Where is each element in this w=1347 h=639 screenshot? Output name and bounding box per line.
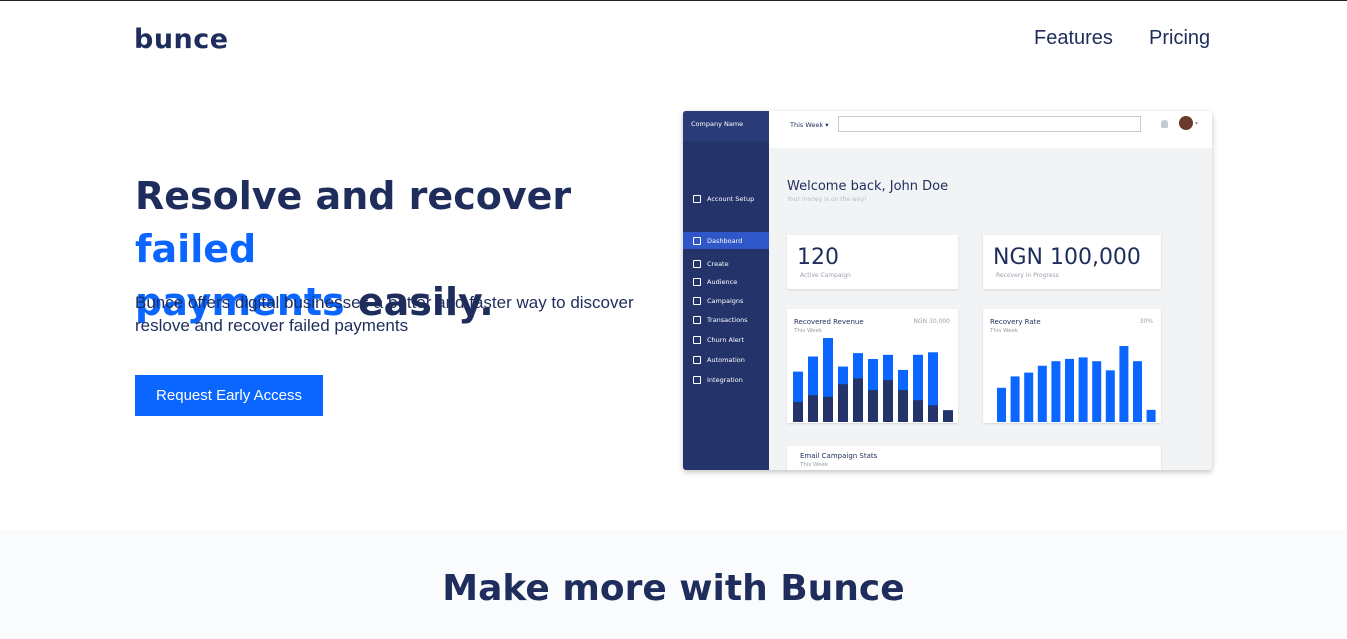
- mockup-revenue-chart-card: Recovered Revenue This Week NGN 30,000: [787, 309, 958, 423]
- edit-icon: [693, 259, 701, 268]
- mockup-stat-card-recovery: NGN 100,000 Recovery in Progress: [983, 235, 1161, 289]
- chart-bar-dark: [853, 378, 863, 422]
- mockup-sidebar-label: Dashboard: [707, 236, 743, 245]
- chart-bar: [1037, 365, 1047, 422]
- chart-value: NGN 30,000: [913, 318, 950, 325]
- chart-bar-dark: [808, 395, 818, 422]
- mockup-sidebar-label: Audience: [707, 277, 738, 286]
- mockup-sidebar-label: Create: [707, 259, 729, 268]
- section-title: Make more with Bunce: [442, 568, 905, 609]
- hero-subtitle: Bunce offers digital businesses a better…: [135, 293, 634, 335]
- card-icon: [693, 315, 701, 324]
- features-section: Make more with Bunce ... ... ... ... ...: [0, 530, 1347, 639]
- mockup-sidebar-item-integration: Integration: [683, 371, 769, 388]
- pie-icon: [693, 335, 701, 344]
- mockup-sidebar-item-create: Create: [683, 255, 769, 272]
- dashboard-mockup: Company Name Account Setup Dashboard Cre…: [683, 111, 1212, 470]
- mockup-sidebar-item-churn-alert: Churn Alert: [683, 331, 769, 348]
- chart-title: Email Campaign Stats: [800, 452, 878, 460]
- mockup-week-label: This Week: [790, 121, 824, 129]
- dashboard-icon: [693, 236, 701, 245]
- mockup-sidebar-item-transactions: Transactions: [683, 311, 769, 328]
- avatar: [1179, 116, 1193, 130]
- chart-value: 30%: [1139, 318, 1153, 325]
- mockup-sidebar-label: Churn Alert: [707, 335, 744, 344]
- mockup-topbar: This Week ▾ ▾: [769, 111, 1212, 148]
- chart-bar: [1133, 361, 1142, 422]
- hero-title-accent1: failed: [135, 227, 257, 271]
- request-early-access-button[interactable]: Request Early Access: [135, 375, 323, 416]
- revenue-chart: [793, 338, 953, 422]
- mockup-welcome: Welcome back, John Doe: [787, 179, 949, 194]
- stat-value: 120: [797, 245, 839, 270]
- chart-bar-dark: [928, 405, 938, 422]
- setup-icon: [693, 194, 701, 203]
- mockup-welcome-sub: Your money is on the way!: [787, 196, 867, 203]
- stat-value: NGN 100,000: [993, 245, 1141, 270]
- chart-bar: [1105, 370, 1115, 422]
- mockup-search-box: [838, 116, 1141, 132]
- hero-title-part1: Resolve and recover: [135, 174, 572, 218]
- chart-bar: [1051, 361, 1061, 422]
- logo[interactable]: bunce: [134, 24, 229, 55]
- mockup-sidebar-label: Campaigns: [707, 296, 744, 305]
- chart-bar: [1010, 376, 1020, 422]
- mockup-email-stats-card: Email Campaign Stats This Week: [787, 446, 1161, 470]
- logo-text: bunce: [134, 24, 229, 55]
- mockup-sidebar-label: Automation: [707, 355, 745, 364]
- chart-subtitle: This Week: [794, 328, 823, 334]
- mockup-stat-card-campaign: 120 Active Campaign: [787, 235, 958, 289]
- mockup-sidebar-label: Account Setup: [707, 194, 755, 203]
- mockup-week-select: This Week ▾: [790, 121, 829, 129]
- mockup-sidebar-item-account-setup: Account Setup: [683, 190, 769, 207]
- mockup-company-name: Company Name: [683, 111, 769, 141]
- top-border: [0, 0, 1347, 1]
- chart-bar-dark: [898, 390, 908, 422]
- chart-bar: [1092, 361, 1102, 422]
- mockup-sidebar-item-dashboard: Dashboard: [683, 232, 769, 249]
- chart-bar-dark: [883, 380, 893, 422]
- chart-bar-dark: [943, 410, 953, 422]
- chart-bar-dark: [838, 384, 848, 422]
- chart-bar: [997, 387, 1006, 422]
- chart-bar: [1065, 358, 1074, 422]
- mockup-sidebar-item-automation: Automation: [683, 351, 769, 368]
- stat-label: Active Campaign: [800, 272, 851, 279]
- chart-bar-dark: [793, 401, 803, 422]
- mockup-sidebar-item-audience: Audience: [683, 273, 769, 290]
- chart-bar: [1024, 372, 1034, 422]
- mockup-rate-chart-card: Recovery Rate This Week 30%: [983, 309, 1161, 423]
- chart-bar: [1146, 409, 1156, 422]
- user-icon: [693, 277, 701, 286]
- rate-chart: [997, 346, 1156, 422]
- chart-subtitle: This Week: [800, 462, 829, 468]
- chart-title: Recovery Rate: [990, 318, 1041, 326]
- megaphone-icon: [693, 296, 701, 305]
- nav-features-link[interactable]: Features: [1034, 27, 1113, 50]
- chart-bar-dark: [823, 396, 833, 422]
- section-subtitle-cut: ... ... ... ... ...: [0, 631, 1347, 639]
- chart-bar-dark: [913, 400, 923, 422]
- chart-title: Recovered Revenue: [794, 318, 864, 326]
- mockup-sidebar-item-campaigns: Campaigns: [683, 292, 769, 309]
- stat-label: Recovery in Progress: [996, 272, 1059, 279]
- chart-bar-dark: [868, 390, 878, 422]
- chart-bar: [1078, 357, 1088, 422]
- mockup-sidebar: Company Name Account Setup Dashboard Cre…: [683, 111, 769, 470]
- infinity-icon: [693, 355, 701, 364]
- nav-pricing-link[interactable]: Pricing: [1149, 27, 1210, 50]
- bell-icon: [1161, 120, 1168, 128]
- plug-icon: [693, 375, 701, 384]
- mockup-sidebar-label: Transactions: [707, 315, 748, 324]
- chart-bar: [1119, 346, 1129, 422]
- mockup-sidebar-label: Integration: [707, 375, 743, 384]
- chevron-down-icon: ▾: [1195, 120, 1199, 127]
- chart-subtitle: This Week: [990, 328, 1019, 334]
